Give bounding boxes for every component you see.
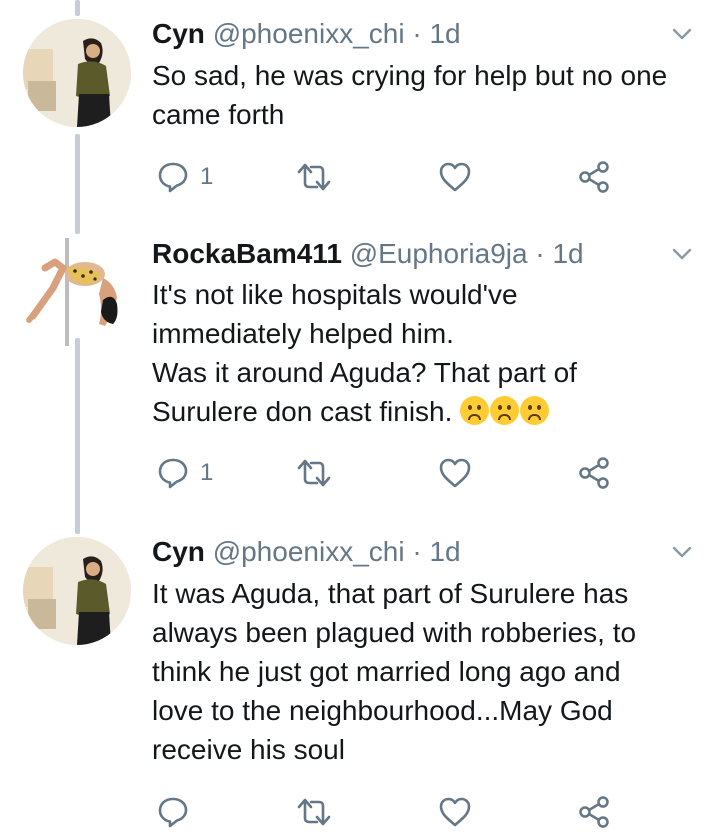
retweet-icon <box>296 795 332 829</box>
like-button[interactable] <box>438 453 472 493</box>
separator: · <box>412 18 422 49</box>
frowning-face-emoji <box>520 396 550 425</box>
tweet-text: It was Aguda, that part of Surulere has … <box>152 574 702 769</box>
reply-button[interactable] <box>156 792 190 832</box>
frowning-face-emoji <box>460 396 490 425</box>
tweet-text-line: It's not like hospitals would've <box>152 279 518 310</box>
avatar-illustration <box>26 238 118 346</box>
share-icon <box>577 795 611 829</box>
avatar-photo <box>23 537 131 645</box>
frowning-face-emoji <box>490 396 520 425</box>
reply-bubble-icon <box>156 795 190 829</box>
share-icon <box>577 160 611 194</box>
retweet-button[interactable] <box>296 157 332 197</box>
tweet[interactable]: Cyn @phoenixx_chi · 1d It was Aguda, tha… <box>0 532 720 828</box>
tweet-text-line: love to the neighbourhood...May God <box>152 695 613 726</box>
display-name[interactable]: RockaBam411 <box>152 238 342 269</box>
tweet-actions <box>152 792 672 832</box>
tweet-text: It's not like hospitals would've immedia… <box>152 275 702 431</box>
like-button[interactable] <box>438 792 472 832</box>
display-name[interactable]: Cyn <box>152 18 205 49</box>
retweet-icon <box>296 456 332 490</box>
separator: · <box>535 238 545 269</box>
chevron-down-icon[interactable] <box>670 540 694 569</box>
share-icon <box>577 456 611 490</box>
reply-count: 1 <box>200 459 214 486</box>
tweet-text-line: receive his soul <box>152 734 345 765</box>
tweet-header: RockaBam411 @Euphoria9ja · 1d <box>152 236 584 272</box>
separator: · <box>412 536 422 567</box>
user-handle[interactable]: @phoenixx_chi <box>213 536 405 567</box>
tweet-actions: 1 <box>152 453 672 493</box>
share-button[interactable] <box>577 453 611 493</box>
retweet-button[interactable] <box>296 792 332 832</box>
tweet-text-line: think he just got married long ago and <box>152 656 621 687</box>
reply-button[interactable]: 1 <box>156 453 213 493</box>
tweet-header: Cyn @phoenixx_chi · 1d <box>152 534 461 570</box>
tweet-header: Cyn @phoenixx_chi · 1d <box>152 16 461 52</box>
retweet-icon <box>296 160 332 194</box>
share-button[interactable] <box>577 157 611 197</box>
avatar-photo <box>23 19 131 127</box>
like-button[interactable] <box>438 157 472 197</box>
timestamp[interactable]: 1d <box>429 536 460 567</box>
user-handle[interactable]: @Euphoria9ja <box>350 238 528 269</box>
timestamp[interactable]: 1d <box>552 238 583 269</box>
heart-icon <box>438 795 472 829</box>
tweet-text: So sad, he was crying for help but no on… <box>152 56 702 134</box>
tweet-text-line: So sad, he was crying for help but no on… <box>152 60 668 91</box>
avatar[interactable] <box>23 19 131 127</box>
chevron-down-icon[interactable] <box>670 22 694 51</box>
tweet-text-line: Surulere don cast finish. <box>152 392 702 431</box>
heart-icon <box>438 160 472 194</box>
tweet-text-line: Was it around Aguda? That part of <box>152 357 577 388</box>
tweet[interactable]: RockaBam411 @Euphoria9ja · 1d It's not l… <box>0 234 720 514</box>
avatar[interactable] <box>23 537 131 645</box>
share-button[interactable] <box>577 792 611 832</box>
tweet-text-line: always been plagued with robberies, to <box>152 617 637 648</box>
avatar[interactable] <box>23 238 131 346</box>
tweet-text-fragment: Surulere don cast finish. <box>152 396 453 427</box>
chevron-down-icon[interactable] <box>670 242 694 271</box>
user-handle[interactable]: @phoenixx_chi <box>213 18 405 49</box>
reply-bubble-icon <box>156 160 190 194</box>
heart-icon <box>438 456 472 490</box>
tweet-text-line: immediately helped him. <box>152 318 454 349</box>
tweet[interactable]: Cyn @phoenixx_chi · 1d So sad, he was cr… <box>0 14 720 204</box>
tweet-actions: 1 <box>152 157 672 197</box>
timestamp[interactable]: 1d <box>429 18 460 49</box>
reply-button[interactable]: 1 <box>156 157 213 197</box>
reply-count: 1 <box>200 163 214 190</box>
display-name[interactable]: Cyn <box>152 536 205 567</box>
tweet-text-line: It was Aguda, that part of Surulere has <box>152 578 629 609</box>
retweet-button[interactable] <box>296 453 332 493</box>
reply-bubble-icon <box>156 456 190 490</box>
tweet-text-line: came forth <box>152 99 285 130</box>
